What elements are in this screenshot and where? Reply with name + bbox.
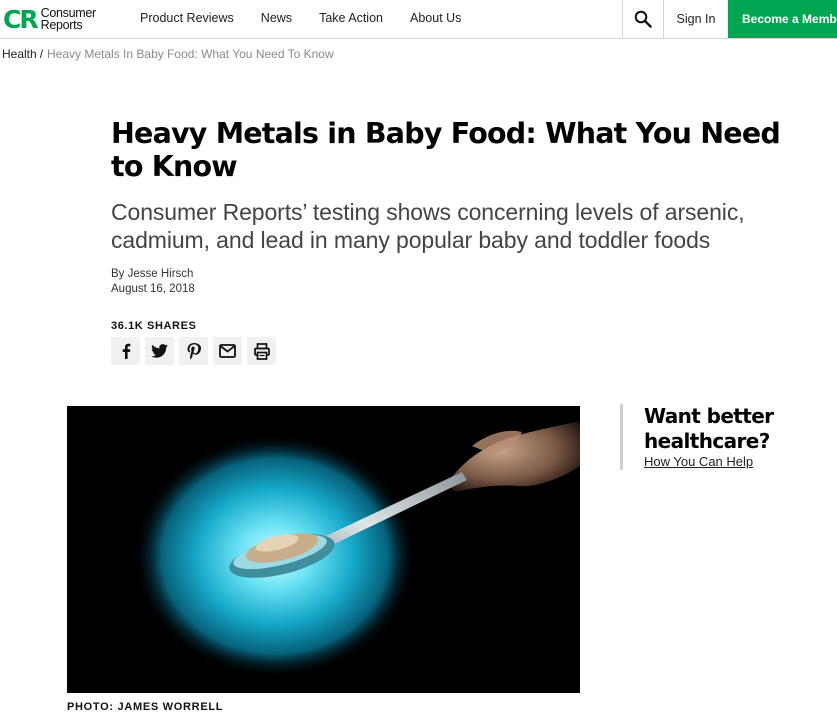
print-button[interactable] (247, 337, 276, 365)
nav-about-us[interactable]: About Us (410, 11, 461, 25)
breadcrumb: Health / Heavy Metals In Baby Food: What Y… (2, 47, 334, 61)
logo-wordmark: Consumer Reports (40, 7, 97, 32)
sign-in-link[interactable]: Sign In (664, 0, 728, 38)
consumer-reports-logo[interactable]: CR Consumer Reports (3, 4, 96, 34)
nav-news[interactable]: News (261, 11, 292, 25)
baby-food-spoon-illustration (67, 406, 580, 693)
share-pinterest-button[interactable] (179, 337, 208, 365)
pinterest-icon (187, 342, 201, 360)
share-buttons (111, 337, 281, 365)
logo-mark: CR (3, 4, 39, 34)
breadcrumb-separator: / (39, 47, 44, 61)
promo-title-line-1: Want better (644, 404, 774, 428)
publish-date: August 16, 2018 (111, 283, 195, 295)
facebook-icon (122, 343, 130, 359)
search-button[interactable] (622, 0, 664, 38)
author-name[interactable]: By Jesse Hirsch (111, 267, 195, 282)
breadcrumb-current: Heavy Metals In Baby Food: What You Need… (47, 47, 334, 61)
share-twitter-button[interactable] (145, 337, 174, 365)
article-dek: Consumer Reports’ testing shows concerni… (111, 199, 745, 253)
main-nav: Product Reviews News Take Action About U… (140, 11, 488, 25)
share-count: 36.1K SHARES (111, 320, 197, 332)
promo-title: Want better healthcare? (644, 404, 837, 454)
breadcrumb-health[interactable]: Health (2, 47, 37, 61)
become-member-button[interactable]: Become a Memb (728, 0, 837, 38)
nav-product-reviews[interactable]: Product Reviews (140, 11, 234, 25)
how-you-can-help-link[interactable]: How You Can Help (644, 454, 837, 469)
print-icon (253, 342, 270, 360)
email-icon (219, 344, 236, 358)
healthcare-promo: Want better healthcare? How You Can Help (620, 404, 837, 470)
site-header: CR Consumer Reports Product Reviews News… (0, 0, 837, 39)
logo-line-2: Reports (40, 18, 83, 32)
twitter-icon (151, 344, 168, 358)
nav-take-action[interactable]: Take Action (319, 11, 383, 25)
photo-credit: PHOTO: JAMES WORRELL (67, 701, 224, 713)
hero-photo (67, 406, 580, 693)
article-byline: By Jesse Hirsch August 16, 2018 (111, 267, 195, 297)
search-icon (634, 10, 652, 28)
promo-title-line-2: healthcare? (644, 429, 770, 453)
share-facebook-button[interactable] (111, 337, 140, 365)
article-title: Heavy Metals in Baby Food: What You Need… (111, 117, 781, 183)
share-email-button[interactable] (213, 337, 242, 365)
